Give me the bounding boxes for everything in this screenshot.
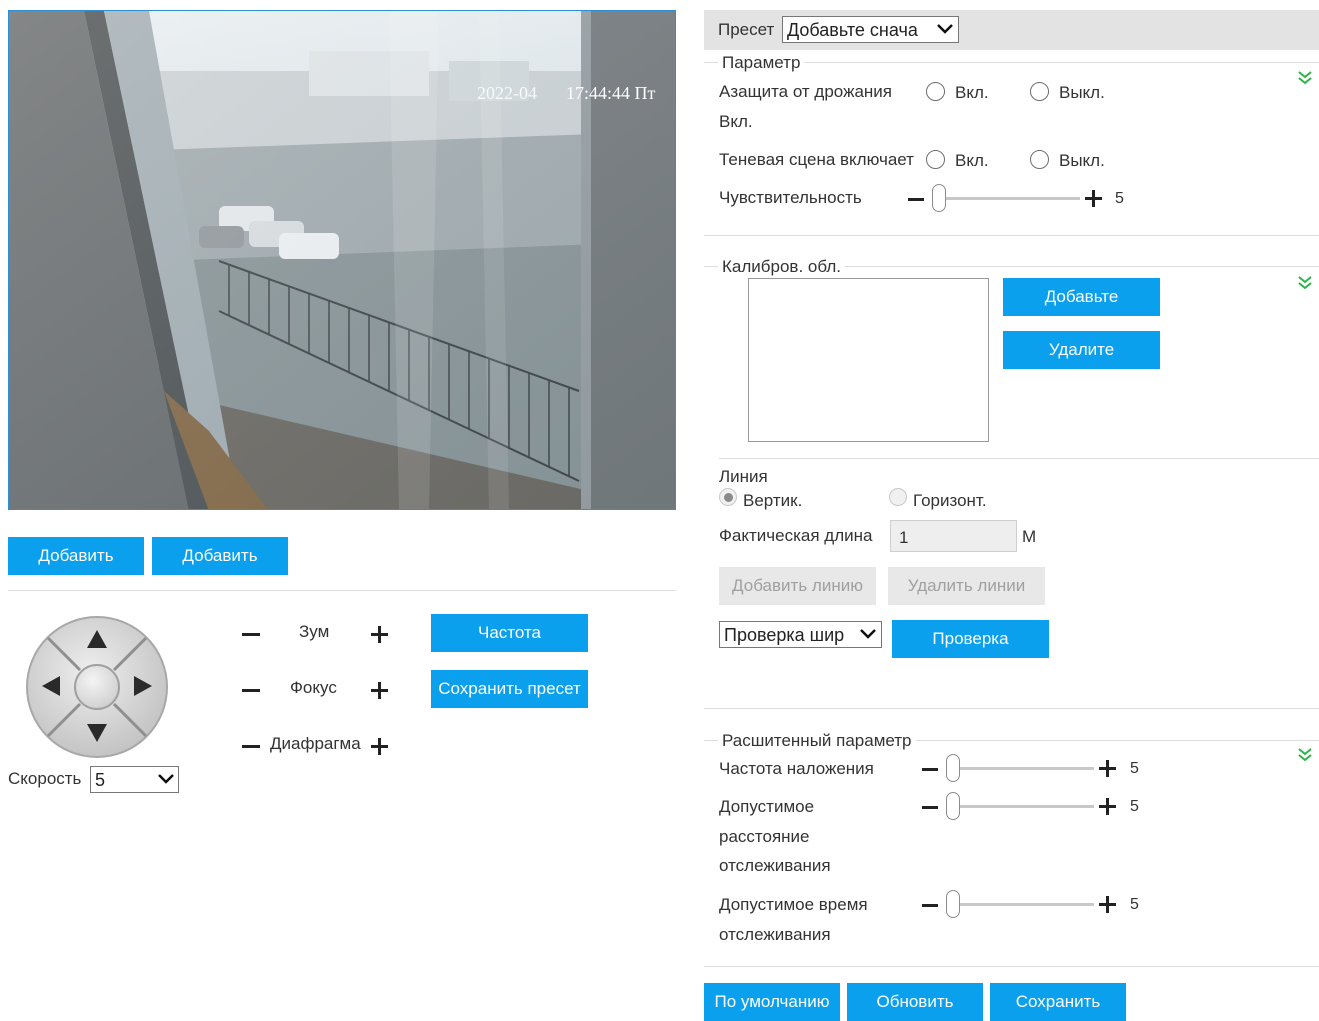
distance-label-line1: Допустимое	[719, 797, 815, 816]
distance-value: 5	[1130, 798, 1139, 815]
overlap-value: 5	[1130, 760, 1139, 777]
overlap-thumb[interactable]	[946, 754, 960, 782]
ptz-down-icon[interactable]	[87, 724, 107, 742]
video-time-overlay: 17:44:44 Пт	[566, 83, 656, 103]
distance-minus-icon[interactable]	[922, 806, 938, 809]
calibration-delete-button[interactable]: Удалите	[1003, 331, 1160, 369]
shadow-off-radio[interactable]	[1030, 150, 1049, 169]
check-select[interactable]: Проверка шир	[719, 621, 882, 648]
add-button-2[interactable]: Добавить	[152, 537, 288, 575]
antishake-on-label: Вкл.	[955, 83, 989, 102]
shadow-on-radio[interactable]	[926, 150, 945, 169]
ptz-joystick[interactable]	[24, 614, 170, 760]
zoom-plus-icon[interactable]	[371, 626, 388, 643]
length-unit: M	[1022, 527, 1037, 546]
focus-label: Фокус	[290, 678, 337, 697]
distance-label-line2: расстояние	[719, 827, 810, 846]
sensitivity-value: 5	[1115, 190, 1124, 207]
add-line-button[interactable]: Добавить линию	[719, 567, 876, 605]
overlap-plus-icon[interactable]	[1099, 760, 1116, 777]
check-button[interactable]: Проверка	[892, 620, 1049, 658]
time-minus-icon[interactable]	[922, 904, 938, 907]
sensitivity-plus-icon[interactable]	[1085, 190, 1102, 207]
collapse-chevron-icon[interactable]	[1297, 747, 1313, 763]
iris-plus-icon[interactable]	[371, 738, 388, 755]
distance-track[interactable]	[946, 805, 1094, 808]
left-divider	[8, 590, 676, 591]
preset-select[interactable]: Добавьте снача	[782, 16, 959, 43]
sensitivity-track[interactable]	[932, 197, 1080, 200]
focus-minus-icon[interactable]	[242, 689, 260, 692]
shadow-off-label: Выкл.	[1059, 151, 1105, 170]
antishake-label: Азащита от дрожания	[719, 82, 892, 101]
distance-thumb[interactable]	[946, 792, 960, 820]
overlap-minus-icon[interactable]	[922, 768, 938, 771]
time-thumb[interactable]	[946, 890, 960, 918]
save-button[interactable]: Сохранить	[990, 983, 1126, 1021]
collapse-chevron-icon[interactable]	[1297, 275, 1313, 291]
iris-label: Диафрагма	[270, 734, 361, 753]
zoom-label: Зум	[299, 622, 330, 641]
speed-select[interactable]: 5	[90, 766, 179, 793]
shadow-on-label: Вкл.	[955, 151, 989, 170]
overlap-track[interactable]	[946, 767, 1094, 770]
add-button-1[interactable]: Добавить	[8, 537, 144, 575]
video-date-overlay: 2022-04	[477, 83, 537, 103]
sensitivity-minus-icon[interactable]	[908, 198, 924, 201]
time-plus-icon[interactable]	[1099, 896, 1116, 913]
length-input-value: 1	[899, 528, 909, 547]
params-legend: Параметр	[718, 53, 805, 73]
preset-label: Пресет	[718, 20, 775, 39]
save-preset-button[interactable]: Сохранить пресет	[431, 670, 588, 708]
focus-plus-icon[interactable]	[371, 682, 388, 699]
ptz-up-icon[interactable]	[87, 630, 107, 648]
iris-minus-icon[interactable]	[242, 745, 260, 748]
time-label-line2: отслеживания	[719, 925, 831, 944]
collapse-chevron-icon[interactable]	[1297, 70, 1313, 86]
vertical-label: Вертик.	[743, 491, 803, 510]
time-value: 5	[1130, 896, 1139, 913]
distance-plus-icon[interactable]	[1099, 798, 1116, 815]
video-preview[interactable]: 2022-04 17:44:44 Пт	[8, 10, 676, 510]
antishake-on-radio[interactable]	[926, 82, 945, 101]
delete-lines-button[interactable]: Удалить линии	[888, 567, 1045, 605]
advanced-legend: Расшитенный параметр	[718, 731, 916, 751]
distance-label-line3: отслеживания	[719, 856, 831, 875]
calibration-area-list[interactable]	[748, 278, 989, 442]
time-label-line1: Допустимое время	[719, 895, 868, 914]
vertical-radio[interactable]	[719, 488, 737, 506]
line-label: Линия	[719, 467, 768, 486]
calibration-add-button[interactable]: Добавьте	[1003, 278, 1160, 316]
line-divider	[719, 458, 1319, 459]
ptz-right-icon[interactable]	[134, 676, 152, 696]
horizontal-label: Горизонт.	[913, 491, 987, 510]
length-input[interactable]: 1	[890, 520, 1017, 552]
length-label: Фактическая длина	[719, 526, 873, 545]
refresh-button[interactable]: Обновить	[847, 983, 983, 1021]
overlap-label: Частота наложения	[719, 759, 874, 778]
default-button[interactable]: По умолчанию	[704, 983, 840, 1021]
speed-label: Скорость	[8, 769, 82, 788]
zoom-minus-icon[interactable]	[242, 633, 260, 636]
antishake-off-radio[interactable]	[1030, 82, 1049, 101]
sensitivity-thumb[interactable]	[932, 184, 946, 212]
antishake-label-cont: Вкл.	[719, 112, 753, 131]
antishake-off-label: Выкл.	[1059, 83, 1105, 102]
calibration-legend: Калибров. обл.	[718, 257, 845, 277]
frequency-button[interactable]: Частота	[431, 614, 588, 652]
horizontal-radio[interactable]	[889, 488, 907, 506]
sensitivity-label: Чувствительность	[719, 188, 862, 207]
ptz-left-icon[interactable]	[42, 676, 60, 696]
time-track[interactable]	[946, 903, 1094, 906]
shadow-label: Теневая сцена включает	[719, 150, 914, 169]
